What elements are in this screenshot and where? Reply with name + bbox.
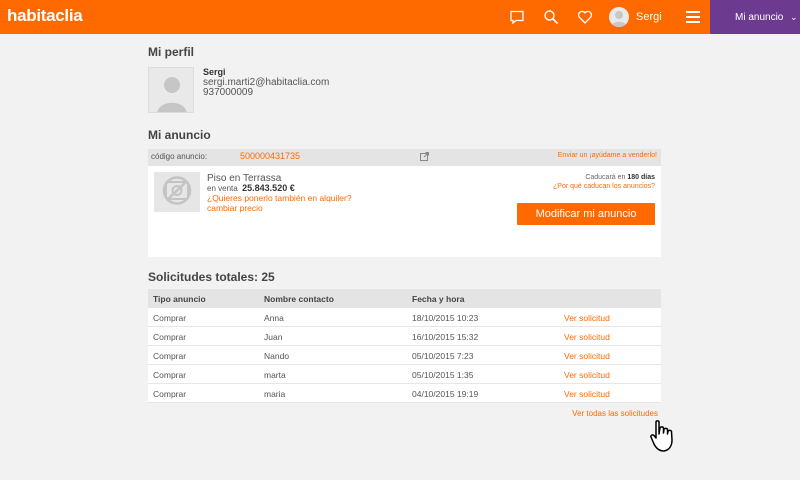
view-request-link[interactable]: Ver solicitud bbox=[564, 351, 610, 361]
cell-type: Comprar bbox=[153, 313, 187, 323]
column-header: Tipo anuncio bbox=[153, 294, 206, 304]
profile-section-title: Mi perfil bbox=[148, 45, 195, 59]
requests-table: Tipo anuncio Nombre contacto Fecha y hor… bbox=[148, 289, 661, 403]
cell-contact: maria bbox=[264, 389, 286, 399]
cell-contact: Juan bbox=[264, 332, 283, 342]
cell-type: Comprar bbox=[153, 370, 187, 380]
change-price-link[interactable]: cambiar precio bbox=[207, 203, 263, 213]
user-name[interactable]: Sergi bbox=[636, 11, 662, 23]
cell-date: 16/10/2015 15:32 bbox=[412, 332, 479, 342]
profile-photo-placeholder bbox=[148, 67, 194, 113]
external-link-icon[interactable] bbox=[420, 152, 429, 161]
search-icon[interactable] bbox=[543, 9, 559, 25]
column-header: Nombre contacto bbox=[264, 294, 334, 304]
table-header: Tipo anuncio Nombre contacto Fecha y hor… bbox=[148, 289, 661, 308]
view-request-link[interactable]: Ver solicitud bbox=[564, 313, 610, 323]
heart-icon[interactable] bbox=[577, 9, 593, 25]
expire-prefix: Caducará en bbox=[585, 174, 626, 181]
cell-type: Comprar bbox=[153, 351, 187, 361]
cell-date: 05/10/2015 1:35 bbox=[412, 370, 474, 380]
chat-icon[interactable] bbox=[509, 9, 525, 25]
ad-code-label: código anuncio: bbox=[151, 152, 208, 161]
modify-ad-button[interactable]: Modificar mi anuncio bbox=[517, 203, 655, 225]
cell-type: Comprar bbox=[153, 389, 187, 399]
ad-expiry: Caducará en 180 días bbox=[585, 174, 655, 181]
requests-title: Solicitudes totales: 25 bbox=[148, 270, 275, 284]
cell-contact: Nando bbox=[264, 351, 290, 361]
cell-date: 04/10/2015 19:19 bbox=[412, 389, 479, 399]
rent-also-link[interactable]: ¿Quieres ponerlo también en alquiler? bbox=[207, 193, 352, 203]
table-row: Comprar maria 04/10/2015 19:19 Ver solic… bbox=[148, 384, 661, 403]
ad-header-bar: código anuncio: 500000431735 Enviar un ¡… bbox=[148, 149, 661, 166]
view-request-link[interactable]: Ver solicitud bbox=[564, 332, 610, 342]
no-photo-icon bbox=[154, 172, 200, 212]
table-row: Comprar marta 05/10/2015 1:35 Ver solici… bbox=[148, 365, 661, 384]
cell-type: Comprar bbox=[153, 332, 187, 342]
ad-price: 25.843.520 € bbox=[242, 183, 295, 193]
cell-contact: Anna bbox=[264, 313, 284, 323]
habitaclia-logo[interactable]: habitaclia bbox=[7, 6, 83, 26]
column-header: Fecha y hora bbox=[412, 294, 465, 304]
ad-sale-line: en venta 25.843.520 € bbox=[207, 183, 295, 193]
my-ad-label: Mi anuncio bbox=[735, 12, 784, 23]
ad-card: Piso en Terrassa en venta 25.843.520 € ¿… bbox=[148, 166, 661, 257]
profile-phone: 937000009 bbox=[203, 87, 254, 98]
see-all-requests-link[interactable]: Ver todas las solicitudes bbox=[572, 409, 658, 418]
requests-total: 25 bbox=[261, 270, 275, 284]
profile-name: Sergi bbox=[203, 67, 226, 77]
hamburger-menu-icon[interactable] bbox=[686, 11, 700, 23]
expire-days: 180 días bbox=[627, 174, 655, 181]
sale-prefix: en venta bbox=[207, 184, 238, 193]
ad-section-title: Mi anuncio bbox=[148, 128, 211, 142]
ad-code-link[interactable]: 500000431735 bbox=[240, 151, 300, 161]
my-ad-menu-button[interactable]: Mi anuncio ⌄ bbox=[710, 0, 800, 34]
cell-date: 05/10/2015 7:23 bbox=[412, 351, 474, 361]
requests-title-label: Solicitudes totales: bbox=[148, 270, 259, 284]
avatar[interactable] bbox=[609, 7, 629, 27]
table-row: Comprar Nando 05/10/2015 7:23 Ver solici… bbox=[148, 346, 661, 365]
cell-date: 18/10/2015 10:23 bbox=[412, 313, 479, 323]
view-request-link[interactable]: Ver solicitud bbox=[564, 370, 610, 380]
table-row: Comprar Anna 18/10/2015 10:23 Ver solici… bbox=[148, 308, 661, 327]
top-bar: habitaclia Sergi Mi anuncio ⌄ bbox=[0, 0, 800, 34]
chevron-down-icon: ⌄ bbox=[790, 12, 798, 22]
help-sell-link[interactable]: Enviar un ¡ayúdame a venderlo! bbox=[558, 152, 657, 159]
why-expire-link[interactable]: ¿Por qué caducan los anuncios? bbox=[553, 183, 655, 190]
table-row: Comprar Juan 16/10/2015 15:32 Ver solici… bbox=[148, 327, 661, 346]
cell-contact: marta bbox=[264, 370, 286, 380]
hand-pointer-cursor-icon bbox=[650, 420, 686, 454]
view-request-link[interactable]: Ver solicitud bbox=[564, 389, 610, 399]
